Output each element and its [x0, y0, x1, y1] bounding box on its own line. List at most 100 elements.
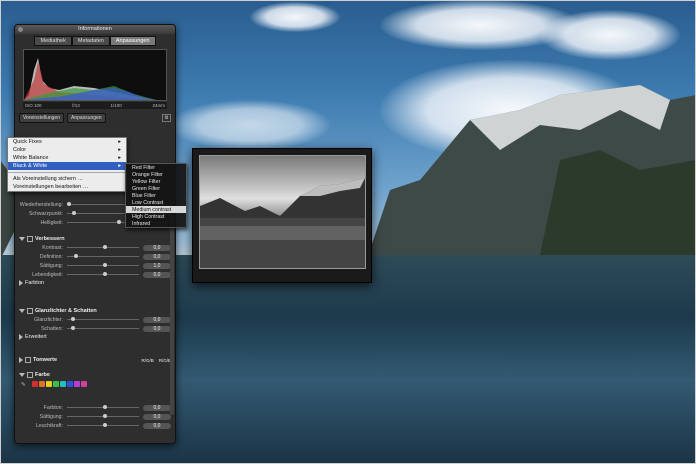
checkbox[interactable]: [25, 357, 31, 363]
value-field[interactable]: 0,0: [143, 325, 171, 332]
adjust-slider[interactable]: [67, 414, 139, 418]
slider-knob[interactable]: [67, 202, 71, 206]
slider-knob[interactable]: [74, 254, 79, 258]
slider-row: Definition: 0,0: [15, 252, 175, 261]
disclosure-triangle-icon[interactable]: [19, 357, 23, 363]
submenu-item[interactable]: Yellow Filter: [126, 178, 186, 185]
adjust-slider[interactable]: [67, 405, 139, 409]
slider-knob[interactable]: [103, 263, 107, 267]
slider-row: Schatten: 0,0: [15, 324, 175, 333]
color-swatch[interactable]: [38, 381, 45, 387]
section-header[interactable]: Verbessern: [15, 235, 175, 243]
color-swatch[interactable]: [59, 381, 66, 387]
disclosure-triangle-icon[interactable]: [19, 280, 23, 286]
preset-controls: Voreinstellungen Anpassungen ⚙: [19, 113, 171, 123]
menu-item[interactable]: Quick Fixes ▸: [8, 138, 126, 146]
info-panel: Informationen Mediathek Metadaten Anpass…: [14, 24, 176, 444]
color-swatch[interactable]: [52, 381, 59, 387]
panel-titlebar: Informationen: [15, 25, 175, 34]
slider-knob[interactable]: [70, 326, 75, 330]
slider-row: Farbton: 0,0: [15, 403, 175, 412]
section-title: Farbe: [35, 372, 50, 378]
menu-separator: [8, 172, 126, 173]
close-icon[interactable]: [18, 27, 23, 32]
checkbox[interactable]: [27, 308, 33, 314]
panel-title: Informationen: [78, 26, 112, 32]
value-field[interactable]: 0,0: [143, 253, 171, 260]
tab-mediathek[interactable]: Mediathek: [34, 36, 72, 46]
checkbox[interactable]: [27, 236, 33, 242]
tab-anpassungen[interactable]: Anpassungen: [109, 36, 156, 46]
slider-row: Lebendigkeit: 0,0: [15, 270, 175, 279]
menu-item-label: Color: [13, 147, 27, 153]
color-swatch[interactable]: [66, 381, 73, 387]
slider-label: Farbton:: [43, 404, 63, 411]
checkbox[interactable]: [27, 372, 33, 378]
value-field[interactable]: 0,0: [143, 316, 171, 323]
channel-select[interactable]: R/G/B: [141, 358, 153, 363]
menu-item[interactable]: White Balance ▸: [8, 154, 126, 162]
tab-metadaten[interactable]: Metadaten: [71, 36, 110, 46]
slider-knob[interactable]: [103, 405, 107, 409]
adjust-slider[interactable]: [67, 254, 139, 258]
slider-knob[interactable]: [117, 220, 121, 224]
color-swatch[interactable]: [45, 381, 52, 387]
adjust-slider[interactable]: [67, 423, 139, 427]
disclosure-triangle-icon[interactable]: [19, 334, 23, 340]
value-field[interactable]: 0,0: [143, 271, 171, 278]
value-field[interactable]: 1,0: [143, 262, 171, 269]
section-header[interactable]: Glanzlichter & Schatten: [15, 307, 175, 315]
menu-item[interactable]: Voreinstellungen bearbeiten …: [8, 183, 126, 191]
adjust-slider[interactable]: [67, 272, 139, 276]
section-header[interactable]: Tonwerte R/G/B R/G/B: [15, 356, 175, 364]
submenu-item[interactable]: Low Contrast: [126, 199, 186, 206]
presets-dropdown[interactable]: Voreinstellungen: [19, 113, 64, 123]
submenu-item[interactable]: Infrared: [126, 220, 186, 227]
color-swatch[interactable]: [80, 381, 87, 387]
slider-label: Helligkeit:: [40, 219, 64, 226]
preview-image-bw: [199, 155, 366, 269]
color-swatch[interactable]: [73, 381, 80, 387]
slider-label: Sättigung:: [39, 413, 63, 420]
menu-item[interactable]: Color ▸: [8, 146, 126, 154]
adjust-slider[interactable]: [67, 317, 139, 321]
submenu-item[interactable]: High Contrast: [126, 213, 186, 220]
value-field[interactable]: 0,0: [143, 404, 171, 411]
color-rows: Farbton: 0,0 Sättigung: 0,0 Leuchtkraft: 0,0: [15, 403, 175, 430]
value-field[interactable]: 0,0: [143, 422, 171, 429]
subsection-header[interactable]: Farbton: [15, 279, 175, 287]
slider-row: Sättigung: 1,0: [15, 261, 175, 270]
slider-knob[interactable]: [72, 211, 76, 215]
section-header[interactable]: Farbe: [15, 371, 175, 379]
subsection-header[interactable]: Erweitert: [15, 333, 175, 341]
color-swatch[interactable]: [31, 381, 38, 387]
gear-icon[interactable]: ⚙: [162, 114, 171, 122]
adjustments-dropdown[interactable]: Anpassungen: [66, 113, 106, 123]
disclosure-triangle-icon[interactable]: [19, 237, 25, 241]
panel-scrollbar[interactable]: [170, 215, 174, 415]
submenu-item[interactable]: Blue Filter: [126, 192, 186, 199]
eyedropper-icon[interactable]: ✎: [21, 382, 26, 388]
slider-knob[interactable]: [103, 272, 107, 276]
disclosure-triangle-icon[interactable]: [19, 309, 25, 313]
menu-item[interactable]: Black & White ▸: [8, 162, 126, 170]
adjust-slider[interactable]: [67, 263, 139, 267]
disclosure-triangle-icon[interactable]: [19, 373, 25, 377]
adjust-slider[interactable]: [67, 326, 139, 330]
presets-menu: Quick Fixes ▸ Color ▸ White Balance ▸ Black & …: [7, 137, 127, 192]
slider-knob[interactable]: [103, 423, 107, 427]
slider-knob[interactable]: [103, 245, 107, 249]
adjust-slider[interactable]: [67, 245, 139, 249]
slider-knob[interactable]: [70, 317, 75, 321]
submenu-item[interactable]: Orange Filter: [126, 171, 186, 178]
submenu-item[interactable]: Green Filter: [126, 185, 186, 192]
highlights-rows: Glanzlichter: 0,0 Schatten: 0,0: [15, 315, 175, 333]
submenu-item[interactable]: Red Filter: [126, 164, 186, 171]
menu-item-label: White Balance: [13, 155, 49, 161]
submenu-item[interactable]: Medium contrast: [126, 206, 186, 213]
value-field[interactable]: 0,0: [143, 413, 171, 420]
exif-aperture: f/13: [72, 103, 80, 108]
slider-knob[interactable]: [103, 414, 107, 418]
value-field[interactable]: 0,0: [143, 244, 171, 251]
menu-item[interactable]: Als Voreinstellung sichern …: [8, 175, 126, 183]
